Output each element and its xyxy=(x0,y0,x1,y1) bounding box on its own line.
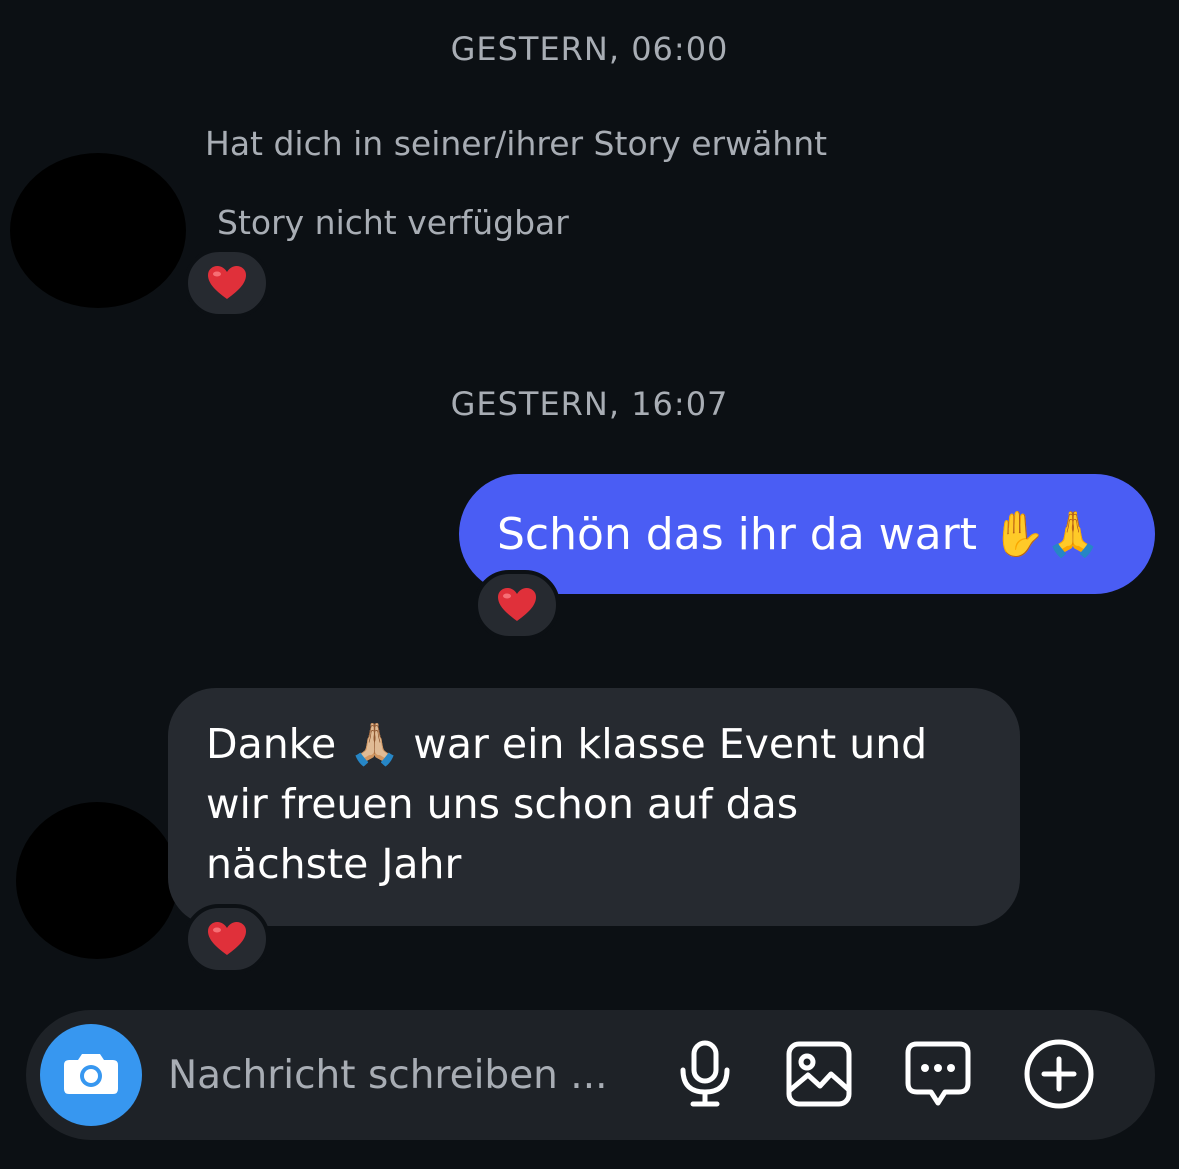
message-input[interactable] xyxy=(168,1046,638,1104)
message-text-line: Danke 🙏🏼 war ein klasse Event und xyxy=(206,720,928,768)
story-mention-label: Hat dich in seiner/ihrer Story erwähnt xyxy=(205,124,828,163)
camera-icon xyxy=(62,1050,120,1100)
heart-icon xyxy=(207,265,247,301)
heart-icon xyxy=(207,921,247,957)
gallery-button[interactable] xyxy=(783,1040,855,1112)
message-composer xyxy=(26,1010,1155,1140)
message-text-line: wir freuen uns schon auf das xyxy=(206,780,799,828)
outgoing-message-reaction[interactable] xyxy=(474,570,560,640)
story-unavailable-label[interactable]: Story nicht verfügbar xyxy=(217,203,569,242)
dm-thread-screen: GESTERN, 06:00 Hat dich in seiner/ihrer … xyxy=(0,0,1179,1169)
timestamp-divider: GESTERN, 16:07 xyxy=(450,385,729,423)
sticker-button[interactable] xyxy=(902,1040,974,1112)
image-icon xyxy=(786,1041,852,1111)
camera-button[interactable] xyxy=(40,1024,142,1126)
outgoing-message-bubble[interactable]: Schön das ihr da wart ✋🙏 xyxy=(459,474,1155,594)
more-options-button[interactable] xyxy=(1023,1039,1095,1113)
avatar[interactable] xyxy=(16,802,178,959)
story-reaction[interactable] xyxy=(184,248,270,318)
message-text-line: nächste Jahr xyxy=(206,840,462,888)
voice-message-button[interactable] xyxy=(669,1040,741,1112)
heart-icon xyxy=(497,587,537,623)
plus-circle-icon xyxy=(1024,1039,1094,1113)
message-text: Schön das ihr da wart ✋🙏 xyxy=(497,509,1101,560)
incoming-message-reaction[interactable] xyxy=(184,904,270,974)
incoming-message-bubble[interactable]: Danke 🙏🏼 war ein klasse Event und wir fr… xyxy=(168,688,1020,926)
microphone-icon xyxy=(677,1040,733,1112)
avatar[interactable] xyxy=(10,153,186,308)
chat-bubble-icon xyxy=(905,1041,971,1111)
timestamp-divider: GESTERN, 06:00 xyxy=(450,30,729,68)
